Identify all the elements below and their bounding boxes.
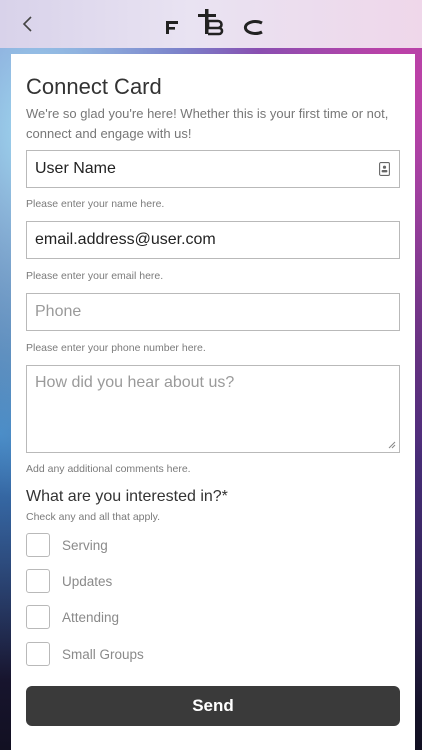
interests-help-text: Check any and all that apply. (26, 511, 161, 523)
resize-handle-icon[interactable] (388, 441, 396, 449)
fbc-logo (166, 9, 263, 36)
chevron-left-icon (22, 16, 32, 32)
email-input[interactable] (27, 222, 399, 249)
comments-help-text: Add any additional comments here. (26, 463, 191, 475)
updates-label: Updates (62, 573, 113, 589)
interest-option-small-groups[interactable]: Small Groups (26, 640, 144, 668)
contact-card-icon (379, 162, 390, 176)
updates-checkbox[interactable] (26, 569, 50, 593)
phone-field[interactable] (26, 293, 400, 331)
send-button[interactable]: Send (26, 686, 400, 726)
phone-input[interactable] (27, 294, 399, 321)
attending-label: Attending (62, 609, 120, 625)
name-field[interactable] (26, 150, 400, 188)
interest-option-updates[interactable]: Updates (26, 567, 112, 595)
comments-field[interactable] (26, 365, 400, 453)
interest-option-serving[interactable]: Serving (26, 531, 108, 559)
name-help-text: Please enter your name here. (26, 198, 165, 210)
page-title: Connect Card (26, 74, 162, 99)
interest-option-attending[interactable]: Attending (26, 603, 119, 631)
email-field[interactable] (26, 221, 400, 259)
header-bar (0, 0, 422, 48)
comments-textarea[interactable] (27, 366, 399, 452)
serving-checkbox[interactable] (26, 533, 50, 557)
phone-help-text: Please enter your phone number here. (26, 342, 206, 354)
small-groups-checkbox[interactable] (26, 642, 50, 666)
page-subtitle: We're so glad you're here! Whether this … (26, 106, 389, 141)
connect-card-form: Connect Card We're so glad you're here! … (11, 54, 415, 750)
email-help-text: Please enter your email here. (26, 270, 164, 282)
name-input[interactable] (27, 151, 399, 178)
small-groups-label: Small Groups (62, 646, 144, 662)
serving-label: Serving (62, 537, 108, 553)
interests-title: What are you interested in?* (26, 488, 228, 505)
back-button[interactable] (12, 10, 42, 38)
attending-checkbox[interactable] (26, 605, 50, 629)
